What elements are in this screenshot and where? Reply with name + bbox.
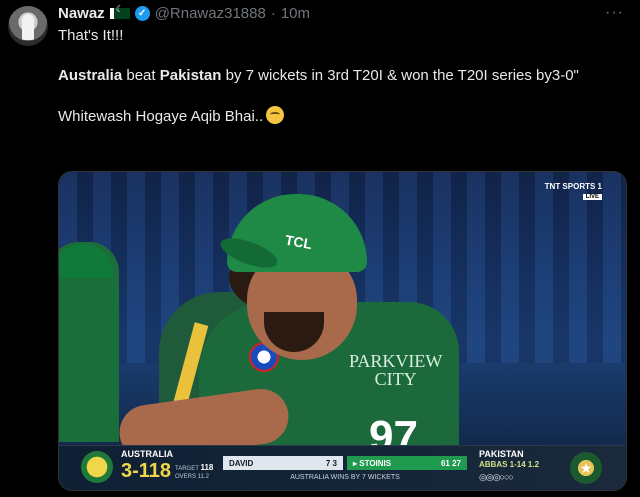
target-label: TARGET — [175, 466, 199, 472]
tweet-line-2-rest: by 7 wickets in 3rd T20I & won the T20I … — [221, 67, 579, 84]
tweet-time[interactable]: 10m — [281, 5, 310, 22]
scorebug: AUSTRALIA 3-118 TARGET 118 OVERS 11.2 DA… — [59, 445, 626, 490]
tweet-line-2: Australia beat Pakistan by 7 wickets in … — [58, 66, 628, 86]
author-avatar[interactable] — [8, 6, 48, 46]
more-options-icon[interactable]: ··· — [605, 4, 624, 22]
ball-indicators: ◎◎◎○○○ — [479, 472, 514, 482]
batter-1-score: 7 3 — [325, 458, 337, 468]
batter-2-score: 61 27 — [440, 458, 461, 468]
team-left-score: 3-118 — [121, 460, 172, 482]
target-overs: TARGET 118 OVERS 11.2 — [175, 464, 213, 481]
batter-1-name: DAVID — [229, 458, 254, 468]
verified-badge-icon: ✓ — [134, 5, 150, 21]
tweet-text: That's It!!! Australia beat Pakistan by … — [58, 26, 628, 127]
batter-1: DAVID 7 3 — [223, 456, 343, 470]
overs-value: 11.2 — [197, 474, 209, 480]
author-handle[interactable]: @Rnawaz31888 — [155, 5, 266, 22]
bold-pakistan: Pakistan — [159, 67, 222, 84]
bold-australia: Australia — [58, 67, 123, 84]
tweet-header: Nawaz ✓ @Rnawaz31888 · 10m — [58, 4, 310, 22]
pakistan-flag-icon — [109, 4, 130, 19]
tweet-line-3-text: Whitewash Hogaye Aqib Bhai.. — [58, 108, 264, 125]
match-result: AUSTRALIA WINS BY 7 WICKETS — [290, 474, 400, 481]
bowler-figures: ABBAS 1-14 1.2 — [479, 460, 540, 469]
avatar-figure — [22, 14, 34, 40]
separator-dot: · — [270, 4, 276, 22]
australia-logo-icon — [81, 451, 113, 483]
batter-2: ▸ STOINIS 61 27 — [347, 456, 467, 470]
tweet-line-3: Whitewash Hogaye Aqib Bhai.. — [58, 106, 628, 127]
target-value: 118 — [200, 463, 214, 472]
cap-logo-text: TCL — [283, 231, 314, 253]
team-left-name: AUSTRALIA — [121, 449, 173, 459]
live-badge: LIVE — [582, 194, 602, 200]
pakistan-logo-icon: ★ — [570, 452, 602, 484]
author-name[interactable]: Nawaz — [58, 5, 105, 22]
tweet-media-image[interactable]: TNT SPORTS 1 LIVE PARKVIEW CITY 97 TCL AU… — [58, 171, 627, 491]
jersey-text-2: CITY — [374, 369, 417, 389]
broadcaster-logo: TNT SPORTS 1 LIVE — [545, 182, 602, 200]
overs-label: OVERS — [175, 474, 197, 480]
broadcaster-name: TNT SPORTS 1 — [544, 182, 602, 191]
grimace-emoji-icon — [266, 106, 285, 124]
jersey-text-1: PARKVIEW — [349, 351, 443, 371]
team-right-name: PAKISTAN — [479, 449, 524, 459]
tweet-line-1: That's It!!! — [58, 27, 124, 44]
batter-2-name: ▸ STOINIS — [353, 458, 392, 468]
jersey-sponsor-text: PARKVIEW CITY — [349, 352, 442, 388]
tweet-line-2-mid: beat — [122, 67, 160, 84]
